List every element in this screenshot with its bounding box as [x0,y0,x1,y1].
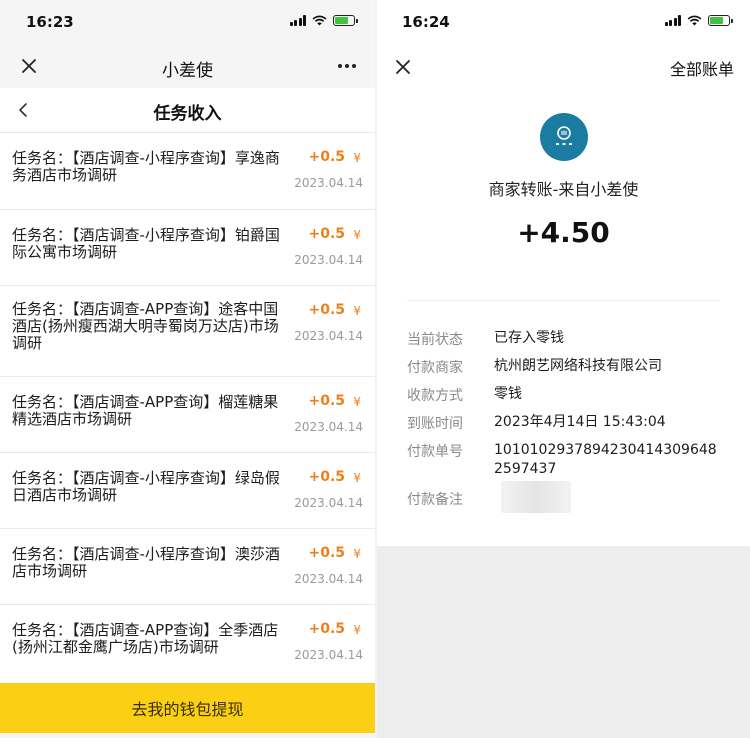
withdraw-to-wallet-button[interactable]: 去我的钱包提现 [0,683,375,733]
sub-header: 任务收入 [0,88,375,132]
status-icons [289,15,358,26]
detail-separator [407,300,720,301]
task-income-screen: 16:23 小差使 任务收入 任务名：【酒店调查-小程序查询】享逸商务酒店市场调… [0,0,375,738]
task-date: 2023.04.14 [294,648,363,662]
battery-icon [333,15,358,26]
task-date: 2023.04.14 [294,420,363,434]
close-icon [396,60,410,74]
task-amount: +0.5 [308,149,345,165]
task-amount: +0.5 [308,393,345,409]
task-name: 任务名：【酒店调查-小程序查询】铂爵国际公寓市场调研 [12,226,280,261]
detail-value-status: 已存入零钱 [494,330,564,346]
task-amount-unit: ¥ [353,395,361,409]
task-item[interactable]: 任务名：【酒店调查-小程序查询】绿岛假日酒店市场调研 +0.5 ¥ 2023.0… [0,452,375,528]
close-button[interactable] [388,52,418,82]
wifi-icon [687,15,702,26]
more-icon [338,64,342,68]
status-time: 16:24 [402,13,450,31]
task-name: 任务名：【酒店调查-小程序查询】享逸商务酒店市场调研 [12,149,280,184]
task-item[interactable]: 任务名：【酒店调查-APP查询】榴莲糖果精选酒店市场调研 +0.5 ¥ 2023… [0,376,375,452]
status-time: 16:23 [26,13,74,31]
mini-program-nav: 小差使 [0,44,375,88]
merchant-logo [540,113,588,161]
detail-label-order-no: 付款单号 [407,444,463,460]
signal-icon [289,15,306,26]
task-amount-unit: ¥ [353,151,361,165]
transfer-amount: +4.50 [517,216,610,249]
task-date: 2023.04.14 [294,253,363,267]
task-item[interactable]: 任务名：【酒店调查-小程序查询】澳莎酒店市场调研 +0.5 ¥ 2023.04.… [0,528,375,604]
status-bar: 16:23 [0,0,375,44]
task-amount: +0.5 [308,621,345,637]
detail-value-order-no: 10101029378942304143096482597437 [494,442,717,477]
task-date: 2023.04.14 [294,176,363,190]
task-item[interactable]: 任务名：【酒店调查-小程序查询】享逸商务酒店市场调研 +0.5 ¥ 2023.0… [0,132,375,209]
blurred-remark [501,481,571,513]
all-bills-link[interactable]: 全部账单 [670,56,734,80]
task-name: 任务名：【酒店调查-APP查询】全季酒店(扬州江都金鹰广场店)市场调研 [12,621,279,656]
task-amount-unit: ¥ [353,547,361,561]
battery-icon [708,15,733,26]
detail-value-merchant: 杭州朗艺网络科技有限公司 [494,358,662,374]
task-amount: +0.5 [308,545,345,561]
task-item[interactable]: 任务名：【酒店调查-APP查询】全季酒店(扬州江都金鹰广场店)市场调研 +0.5… [0,604,375,683]
task-name: 任务名：【酒店调查-APP查询】途客中国酒店(扬州瘦西湖大明寺蜀岗万达店)市场调… [12,300,279,352]
transfer-detail-screen: 16:24 全部账单 商家转账-来自小差使 +4.50 当前状态 已存入零钱 付… [377,0,750,738]
task-amount-unit: ¥ [353,304,361,318]
task-name: 任务名：【酒店调查-小程序查询】绿岛假日酒店市场调研 [12,469,280,504]
page-title: 任务收入 [153,104,222,124]
task-income-list: 任务名：【酒店调查-小程序查询】享逸商务酒店市场调研 +0.5 ¥ 2023.0… [0,132,375,683]
status-icons [664,15,733,26]
task-amount-unit: ¥ [353,228,361,242]
task-amount-unit: ¥ [353,471,361,485]
status-bar: 16:24 [377,0,750,44]
task-item[interactable]: 任务名：【酒店调查-APP查询】途客中国酒店(扬州瘦西湖大明寺蜀岗万达店)市场调… [0,285,375,376]
detail-label-status: 当前状态 [407,332,463,348]
merchant-transfer-title: 商家转账-来自小差使 [488,180,639,199]
detail-label-remark: 付款备注 [407,492,463,508]
task-amount: +0.5 [308,469,345,485]
detail-label-merchant: 付款商家 [407,360,463,376]
wifi-icon [312,15,327,26]
task-amount: +0.5 [308,226,345,242]
task-amount: +0.5 [308,302,345,318]
detail-value-method: 零钱 [494,386,522,402]
task-name: 任务名：【酒店调查-小程序查询】澳莎酒店市场调研 [12,545,280,580]
task-date: 2023.04.14 [294,572,363,586]
task-date: 2023.04.14 [294,329,363,343]
merchant-logo-icon [556,126,572,145]
nav-title: 小差使 [162,61,213,81]
detail-label-arrival-time: 到账时间 [407,416,463,432]
more-button[interactable] [333,52,361,80]
task-date: 2023.04.14 [294,496,363,510]
task-item[interactable]: 任务名：【酒店调查-小程序查询】铂爵国际公寓市场调研 +0.5 ¥ 2023.0… [0,209,375,285]
task-name: 任务名：【酒店调查-APP查询】榴莲糖果精选酒店市场调研 [12,393,279,428]
transfer-detail-card: 16:24 全部账单 商家转账-来自小差使 +4.50 当前状态 已存入零钱 付… [377,0,750,546]
detail-value-arrival-time: 2023年4月14日 15:43:04 [494,414,666,430]
detail-label-method: 收款方式 [407,388,463,404]
task-amount-unit: ¥ [353,623,361,637]
signal-icon [664,15,681,26]
